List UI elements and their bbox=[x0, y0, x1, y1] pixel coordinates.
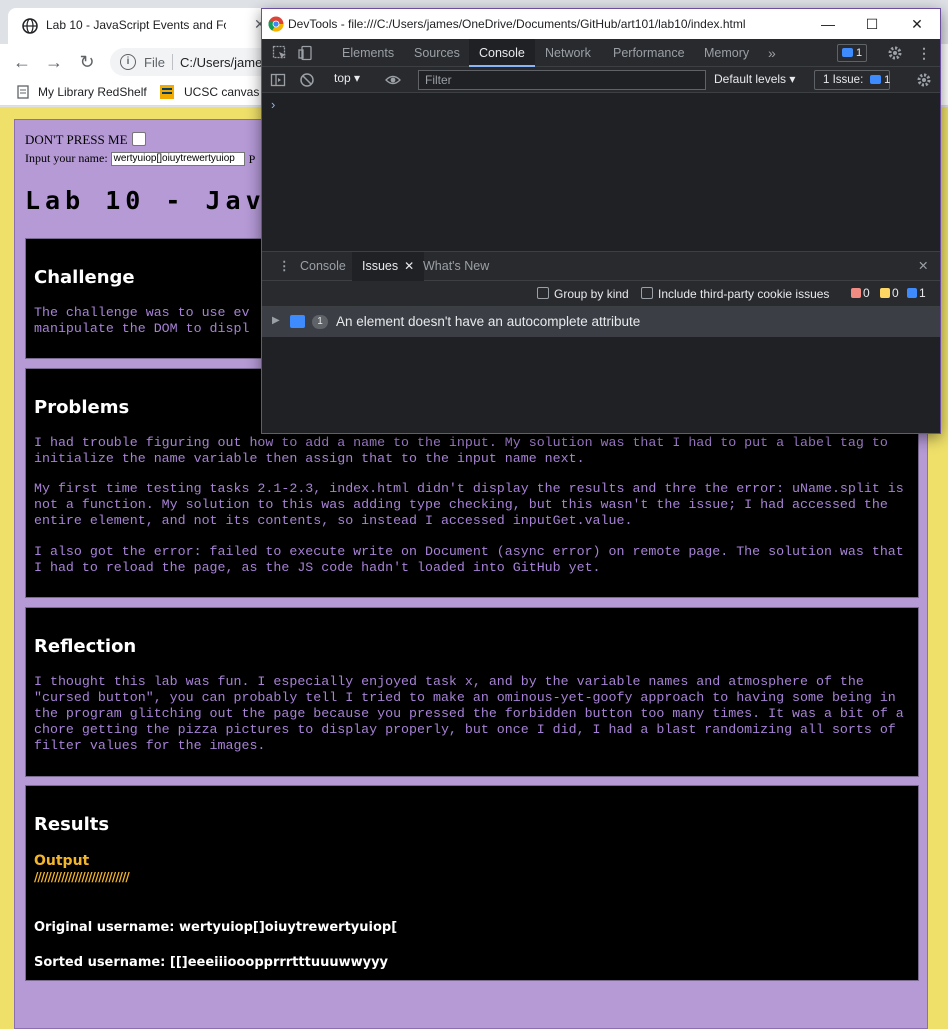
issue-title: An element doesn't have an autocomplete … bbox=[336, 314, 641, 329]
results-section: Results Output /////////////////////////… bbox=[25, 785, 919, 981]
minimize-button[interactable]: — bbox=[817, 13, 839, 35]
info-count-value: 1 bbox=[919, 286, 926, 300]
url-scheme: File bbox=[144, 55, 165, 70]
log-levels-dropdown[interactable]: Default levels ▾ bbox=[714, 72, 795, 86]
group-by-kind-checkbox[interactable] bbox=[537, 287, 549, 299]
devtools-titlebar: DevTools - file:///C:/Users/james/OneDri… bbox=[262, 9, 940, 39]
devtools-tab-bar: Elements Sources Console Network Perform… bbox=[262, 39, 940, 67]
output-heading: Output bbox=[34, 853, 90, 869]
reflection-section: Reflection I thought this lab was fun. I… bbox=[25, 607, 919, 777]
sorted-username: Sorted username: [[]eeeiiiooopprrrtttuuu… bbox=[34, 955, 389, 970]
clear-console-icon[interactable] bbox=[299, 72, 315, 88]
issue-row[interactable]: ▶ 1 An element doesn't have an autocompl… bbox=[262, 307, 940, 337]
info-icon bbox=[907, 288, 917, 298]
console-toolbar: top ▾ Filter Default levels ▾ 1 Issue: 1 bbox=[262, 67, 940, 93]
console-settings-gear-icon[interactable] bbox=[916, 72, 932, 88]
devtools-window: DevTools - file:///C:/Users/james/OneDri… bbox=[261, 8, 941, 434]
issues-button[interactable]: 1 Issue: 1 bbox=[814, 70, 891, 90]
message-icon bbox=[870, 75, 882, 84]
third-party-cookies-checkbox[interactable] bbox=[641, 287, 653, 299]
issues-options-bar: Group by kind Include third-party cookie… bbox=[262, 281, 940, 307]
bookmark-ucsc-canvas[interactable]: UCSC canvas bbox=[184, 85, 259, 99]
results-heading: Results bbox=[34, 814, 110, 835]
challenge-heading: Challenge bbox=[34, 267, 135, 288]
more-tabs-button[interactable]: » bbox=[758, 39, 786, 67]
reload-button[interactable]: ↻ bbox=[75, 50, 99, 74]
browser-tab[interactable]: Lab 10 - JavaScript Events and Fo ✕ bbox=[8, 8, 276, 44]
dont-press-label: DON'T PRESS ME bbox=[25, 132, 128, 147]
dont-press-checkbox[interactable] bbox=[131, 132, 146, 146]
kebab-menu-icon[interactable]: ⋮ bbox=[916, 45, 932, 61]
reflection-heading: Reflection bbox=[34, 636, 137, 657]
devtools-title: DevTools - file:///C:/Users/james/OneDri… bbox=[288, 17, 746, 31]
tab-network[interactable]: Network bbox=[535, 39, 601, 67]
console-prompt[interactable]: › bbox=[271, 97, 275, 112]
device-toolbar-icon[interactable] bbox=[298, 45, 314, 61]
messages-badge-count: 1 bbox=[856, 47, 863, 59]
maximize-button[interactable]: ☐ bbox=[861, 13, 883, 35]
chrome-logo-icon bbox=[268, 16, 284, 32]
drawer-tab-issues-label: Issues bbox=[362, 259, 399, 273]
error-count: 0 bbox=[851, 286, 870, 300]
name-row-trailing-text: P bbox=[248, 151, 256, 166]
problems-paragraph: I also got the error: failed to execute … bbox=[34, 544, 904, 575]
drawer-tab-console[interactable]: Console bbox=[290, 252, 356, 281]
inspect-element-icon[interactable] bbox=[272, 45, 288, 61]
tab-console[interactable]: Console bbox=[469, 39, 535, 67]
third-party-cookies-label: Include third-party cookie issues bbox=[658, 287, 830, 301]
name-input[interactable]: wertyuiop[]oiuytrewertyuiop bbox=[110, 152, 245, 167]
group-by-kind-label: Group by kind bbox=[554, 287, 629, 301]
error-icon bbox=[851, 288, 861, 298]
info-icon[interactable]: i bbox=[120, 54, 136, 70]
warning-icon bbox=[880, 288, 890, 298]
globe-icon bbox=[22, 18, 38, 34]
warning-count-value: 0 bbox=[892, 286, 899, 300]
back-button[interactable]: ← bbox=[10, 50, 34, 74]
reflection-paragraph: I thought this lab was fun. I especially… bbox=[34, 674, 904, 753]
name-label: Input your name: bbox=[25, 151, 108, 165]
drawer-tab-bar: ⋮ Console Issues ✕ What's New ✕ bbox=[262, 251, 940, 281]
console-output[interactable]: › bbox=[262, 93, 940, 251]
context-select[interactable]: top ▾ bbox=[334, 71, 360, 85]
filter-input[interactable]: Filter bbox=[418, 70, 706, 90]
warning-count: 0 bbox=[880, 286, 899, 300]
expand-caret-icon[interactable]: ▶ bbox=[272, 315, 280, 326]
tab-title: Lab 10 - JavaScript Events and Fo bbox=[46, 18, 226, 32]
dont-press-row: DON'T PRESS ME bbox=[25, 132, 146, 148]
ucsc-logo-icon bbox=[160, 85, 174, 99]
issue-message-icon bbox=[290, 315, 305, 328]
original-username: Original username: wertyuiop[]oiuytrewer… bbox=[34, 920, 398, 935]
output-slashes: //////////////////////////// bbox=[34, 870, 130, 884]
close-drawer-icon[interactable]: ✕ bbox=[908, 252, 938, 281]
info-count: 1 bbox=[907, 286, 926, 300]
tab-elements[interactable]: Elements bbox=[332, 39, 404, 67]
bookmark-page-icon bbox=[17, 85, 29, 99]
tab-sources[interactable]: Sources bbox=[404, 39, 470, 67]
tab-performance[interactable]: Performance bbox=[603, 39, 695, 67]
live-expression-eye-icon[interactable] bbox=[385, 72, 401, 88]
omnibox-divider bbox=[172, 54, 173, 70]
message-icon bbox=[842, 48, 853, 57]
problems-paragraph: My first time testing tasks 2.1-2.3, ind… bbox=[34, 481, 904, 528]
close-window-button[interactable]: ✕ bbox=[906, 13, 928, 35]
issue-count-badge: 1 bbox=[312, 315, 328, 329]
forward-button[interactable]: → bbox=[42, 50, 66, 74]
bookmark-redshelf[interactable]: My Library RedShelf bbox=[38, 85, 147, 99]
problems-paragraph: I had trouble figuring out how to add a … bbox=[34, 435, 888, 466]
error-count-value: 0 bbox=[863, 286, 870, 300]
name-row: Input your name: wertyuiop[]oiuytrewerty… bbox=[25, 151, 255, 167]
sidebar-toggle-icon[interactable] bbox=[270, 72, 286, 88]
tab-memory[interactable]: Memory bbox=[694, 39, 759, 67]
problems-heading: Problems bbox=[34, 397, 130, 418]
issues-panel-empty-area bbox=[262, 337, 940, 433]
issues-button-label: 1 Issue: bbox=[823, 74, 864, 86]
drawer-tab-whats-new[interactable]: What's New bbox=[413, 252, 499, 281]
settings-gear-icon[interactable] bbox=[887, 45, 903, 61]
issues-button-count: 1 bbox=[884, 74, 891, 86]
messages-badge[interactable]: 1 bbox=[837, 44, 868, 62]
